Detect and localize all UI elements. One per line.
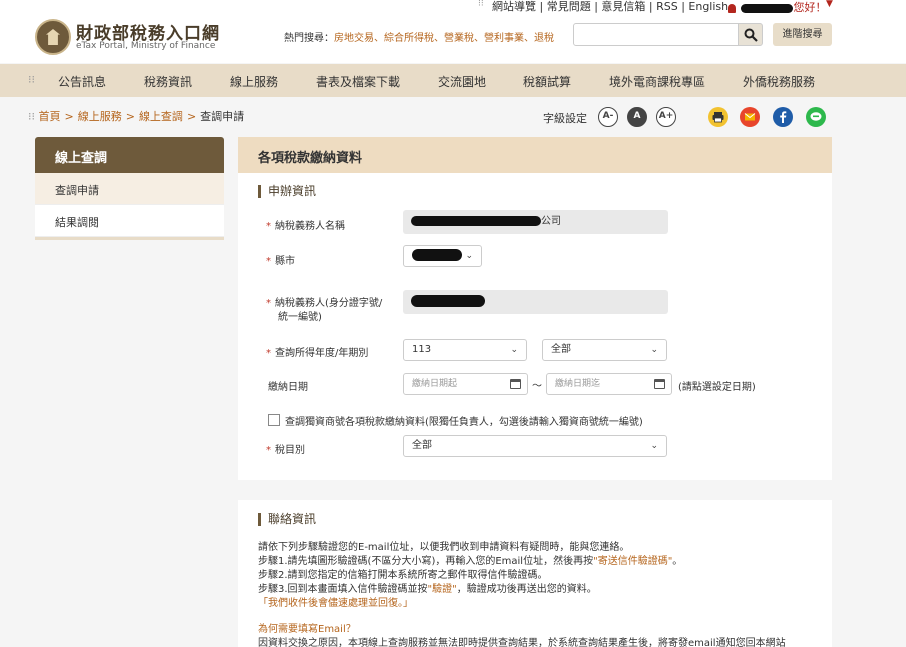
period-select[interactable]: 全部 ⌄ [542,339,667,361]
chevron-down-icon: ⌄ [650,345,658,355]
sidebar-item-apply[interactable]: 查調申請 [35,173,224,205]
redacted-city [412,249,462,261]
hot-search-keywords[interactable]: 房地交易、綜合所得稅、營業稅、營利事業、退稅 [334,33,554,44]
pay-date-to-input[interactable]: 繳納日期迄 [546,373,672,395]
breadcrumb-online-inquiry[interactable]: 線上查調 [139,110,183,123]
pay-date-from-input[interactable]: 繳納日期起 [403,373,528,395]
line-icon [806,107,826,127]
send-verification-link[interactable]: "寄送信件驗證碼" [593,556,672,567]
tax-type-label: * 稅目別 [266,445,305,456]
font-size-large-button[interactable]: A+ [656,107,676,127]
utility-grip-icon: ⁝⁝ [478,0,484,9]
print-button[interactable] [708,107,728,127]
contact-step2: 步驟2.請到您指定的信箱打開本系統所寄之郵件取得信件驗證碼。 [258,570,548,581]
contact-intro: 請依下列步驟驗證您的E-mail位址，以便我們收到申請資料有疑問時，能與您連絡。 [258,542,630,553]
pay-date-hint: (請點選設定日期) [678,382,756,393]
breadcrumb-grip-icon: ⁝⁝ [28,110,35,123]
nav-item-online-services[interactable]: 線上服務 [230,73,278,90]
sidebar-divider [35,237,224,240]
user-menu-caret-icon[interactable]: ▼ [826,0,833,9]
nav-item-forum[interactable]: 交流園地 [438,73,486,90]
section-title-contact: 聯絡資訊 [258,513,316,526]
search-input[interactable] [573,23,739,46]
mail-icon [740,107,760,127]
redacted-username [740,3,793,13]
site-header: 財政部稅務入口網 eTax Portal, Ministry of Financ… [0,13,906,63]
font-size-normal-button[interactable]: A [627,107,647,127]
line-share-button[interactable] [806,107,826,127]
sole-proprietor-checkbox[interactable] [268,414,280,426]
city-select[interactable]: ⌄ [403,245,482,267]
sidebar-item-results[interactable]: 結果調閱 [35,205,224,237]
why-email-text: 因資料交換之原因，本項線上查詢服務並無法即時提供查詢結果，於系統查詢結果產生後，… [258,638,786,647]
contact-step1: 步驟1.請先填圖形驗證碼(不區分大小寫)，再輸入您的Email位址，然後再按"寄… [258,556,683,567]
verify-link[interactable]: "驗證" [428,584,457,595]
nav-item-foreigner-tax[interactable]: 外僑稅務服務 [743,73,815,90]
breadcrumb: ⁝⁝ 首頁 > 線上服務 > 線上查調 > 查調申請 [28,110,245,123]
font-size-label: 字級設定 [543,112,587,125]
nav-item-forms-download[interactable]: 書表及檔案下載 [316,73,400,90]
contact-step3: 步驟3.回到本畫面填入信件驗證碼並按"驗證"，驗證成功後再送出您的資料。 [258,584,597,595]
redacted-name [411,216,541,226]
sidebar: 線上查調 查調申請 結果調閱 [35,137,224,240]
utility-links[interactable]: 網站導覽 | 常見問題 | 意見信箱 | RSS | English [492,0,728,14]
search-button[interactable] [738,23,763,46]
contact-reply-note: 「我們收件後會儘速處理並回復。」 [258,598,413,609]
nav-grip-icon: ⁝⁝ [28,73,35,86]
chevron-down-icon: ⌄ [465,251,473,261]
nav-item-tax-info[interactable]: 稅務資訊 [144,73,192,90]
calendar-icon[interactable] [654,379,665,389]
sole-proprietor-label[interactable]: 查調獨資商號各項稅款繳納資料(限獨任負責人，勾選後請輸入獨資商號統一編號) [285,413,643,428]
year-select[interactable]: 113 ⌄ [403,339,527,361]
nav-item-tax-calculator[interactable]: 稅額試算 [523,73,571,90]
brand-name-en: eTax Portal, Ministry of Finance [76,41,216,51]
advanced-search-button[interactable]: 進階搜尋 [773,23,832,46]
font-size-small-button[interactable]: A- [598,107,618,127]
chevron-down-icon: ⌄ [510,345,518,355]
user-icon [728,3,736,13]
contact-info-card: 聯絡資訊 請依下列步驟驗證您的E-mail位址，以便我們收到申請資料有疑問時，能… [238,500,832,647]
card-title: 各項稅款繳納資料 [238,137,832,173]
breadcrumb-home[interactable]: 首頁 [39,110,61,123]
facebook-icon [773,107,793,127]
breadcrumb-current: 查調申請 [200,110,245,123]
year-label: * 查詢所得年度/年期別 [266,348,369,359]
city-label: * 縣市 [266,256,295,267]
sidebar-title: 線上查調 [35,137,224,173]
main-nav: ⁝⁝ 公告訊息 稅務資訊 線上服務 書表及檔案下載 交流園地 稅額試算 境外電商… [0,64,906,97]
application-form-card: 各項稅款繳納資料 申辦資訊 * 納稅義務人名稱 公司 * 縣市 ⌄ * 納稅義務人(身… [238,137,832,480]
taxpayer-id-label: * 納稅義務人(身分證字號/統一編號) [266,298,383,323]
nav-item-announcements[interactable]: 公告訊息 [58,73,106,90]
why-email-title: 為何需要填寫Email？ [258,624,356,635]
utility-bar: ⁝⁝ 網站導覽 | 常見問題 | 意見信箱 | RSS | English 您好… [0,0,906,14]
taxpayer-name-field: 公司 [403,210,668,234]
logo-emblem-icon[interactable] [35,19,71,55]
section-title-application: 申辦資訊 [258,185,316,198]
facebook-share-button[interactable] [773,107,793,127]
calendar-icon[interactable] [510,379,521,389]
pay-date-label: 繳納日期 [268,382,308,393]
tax-type-select[interactable]: 全部 ⌄ [403,435,667,457]
taxpayer-name-label: * 納稅義務人名稱 [266,221,345,232]
print-icon [708,107,728,127]
chevron-down-icon: ⌄ [650,441,658,451]
redacted-id [411,295,485,307]
hot-searches: 熱門搜尋：房地交易、綜合所得稅、營業稅、營利事業、退稅 [284,33,554,44]
search-icon [744,28,758,42]
breadcrumb-online-services[interactable]: 線上服務 [78,110,122,123]
taxpayer-id-field [403,290,668,314]
nav-item-ecommerce-tax[interactable]: 境外電商課稅專區 [609,73,705,90]
date-range-separator: ～ [532,381,542,392]
email-share-button[interactable] [740,107,760,127]
